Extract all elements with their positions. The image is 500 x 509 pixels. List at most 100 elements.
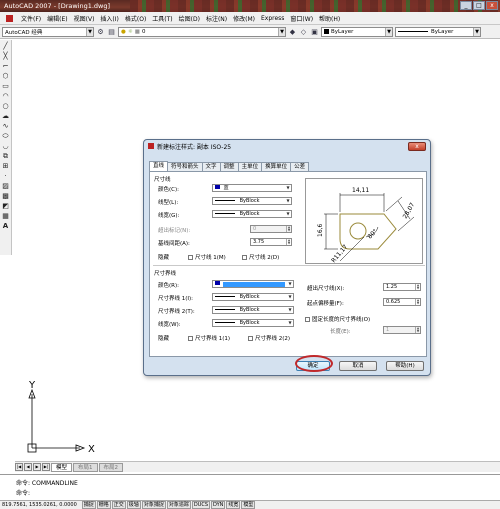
workspace-select[interactable]: AutoCAD 经典 ▼ [2,26,94,37]
lineweight-toggle[interactable]: 线宽 [226,501,241,509]
spinner-icon[interactable]: ▲ ▼ [415,327,420,333]
menu-file[interactable]: 文件(F) [18,14,44,23]
spinner-icon[interactable]: ▲ ▼ [415,299,420,305]
table-icon[interactable]: ▦ [1,212,10,221]
extline-color-select[interactable]: ▼ [212,280,294,288]
suppress-extline2-checkbox[interactable]: 尺寸界线 2(2) [248,334,290,342]
close-button[interactable]: x [486,1,498,10]
extline1-linetype-select[interactable]: ByBlock ▼ [212,293,294,301]
model-toggle[interactable]: 模型 [241,501,256,509]
dimline-color-select[interactable]: 蓝 ▼ [212,184,292,192]
gradient-icon[interactable]: ▩ [1,192,10,201]
spinner-icon[interactable]: ▲ ▼ [286,226,291,232]
revision-cloud-icon[interactable]: ☁ [1,112,10,121]
minimize-button[interactable]: _ [460,1,472,10]
cancel-button[interactable]: 取消 [339,361,377,371]
tab-fit[interactable]: 调整 [219,162,239,171]
menu-tools[interactable]: 工具(T) [149,14,175,23]
tab-layout2[interactable]: 布局2 [98,462,124,472]
menu-draw[interactable]: 绘图(D) [176,14,203,23]
region-icon[interactable]: ◩ [1,202,10,211]
menu-express[interactable]: Express [258,15,287,22]
menu-format[interactable]: 格式(O) [122,14,149,23]
help-button[interactable]: 帮助(H) [386,361,424,371]
make-block-icon[interactable]: ⊞ [1,162,10,171]
next-tab-button[interactable]: ▶ [33,463,41,471]
circle-icon[interactable]: ○ [1,102,10,111]
spline-icon[interactable]: ∿ [1,122,10,131]
extline2-linetype-select[interactable]: ByBlock ▼ [212,306,294,314]
baseline-spacing-input[interactable]: 3.75 ▲ ▼ [250,238,292,246]
ortho-toggle[interactable]: 正交 [111,501,126,509]
gear-icon[interactable]: ⚙ [96,27,105,36]
maximize-button[interactable]: □ [473,1,485,10]
layer-previous-icon[interactable]: ◇ [299,27,308,36]
extend-beyond-ticks-input[interactable]: 0 ▲ ▼ [250,225,292,233]
multiline-text-icon[interactable]: A [1,222,10,231]
layer-select[interactable]: ● ☼ ■ 0 ▼ [118,26,286,37]
fixed-length-checkbox[interactable]: 固定长度的尺寸界线(O) [305,315,370,323]
hatch-icon[interactable]: ▨ [1,182,10,191]
ducs-toggle[interactable]: DUCS [191,501,211,509]
arc-icon[interactable]: ◠ [1,92,10,101]
extend-beyond-dimlines-input[interactable]: 1.25 ▲ ▼ [383,283,421,291]
construction-line-icon[interactable]: ╳ [1,52,10,61]
app-menu-icon[interactable] [0,13,18,24]
tab-layout1[interactable]: 布局1 [73,462,98,472]
menu-edit[interactable]: 编辑(E) [44,14,70,23]
suppress-dimline1-checkbox[interactable]: 尺寸线 1(M) [188,253,226,261]
insert-block-icon[interactable]: ⧉ [1,152,10,161]
chevron-down-icon: ▼ [385,27,392,36]
extline-suppress-label: 隐藏 [158,336,170,342]
prev-tab-button[interactable]: ◀ [24,463,32,471]
color-select[interactable]: ByLayer ▼ [321,26,393,37]
tab-model[interactable]: 模型 [51,462,73,472]
extline-lineweight-select[interactable]: ByBlock ▼ [212,319,294,327]
suppress-dimline2-checkbox[interactable]: 尺寸线 2(D) [242,253,279,261]
osnap-toggle[interactable]: 对象捕捉 [141,501,166,509]
color-icon[interactable]: ▣ [310,27,319,36]
line-icon[interactable]: ╱ [1,42,10,51]
spinner-icon[interactable]: ▲ ▼ [415,284,420,290]
chevron-down-icon: ▼ [288,307,292,312]
rectangle-icon[interactable]: ▭ [1,82,10,91]
linetype-select[interactable]: ByLayer ▼ [395,26,481,37]
ellipse-arc-icon[interactable]: ◡ [1,142,10,151]
otrack-toggle[interactable]: 对象追踪 [166,501,191,509]
menu-help[interactable]: 帮助(H) [316,14,343,23]
tab-text[interactable]: 文字 [201,162,221,171]
make-current-icon[interactable]: ◆ [288,27,297,36]
command-input-line[interactable]: 命令: [0,489,500,499]
spinner-icon[interactable]: ▲ ▼ [286,239,291,245]
extline-color-label: 颜色(R): [158,283,179,289]
dyn-toggle[interactable]: DYN [211,501,226,509]
menu-view[interactable]: 视图(V) [71,14,98,23]
fixed-length-input[interactable]: 1 ▲ ▼ [383,326,421,334]
grid-toggle[interactable]: 栅格 [96,501,111,509]
suppress-extline1-checkbox[interactable]: 尺寸界线 1(1) [188,334,230,342]
ellipse-icon[interactable]: ⬭ [1,132,10,141]
dimline-linetype-select[interactable]: ByBlock ▼ [212,197,292,205]
menu-dimension[interactable]: 标注(N) [203,14,230,23]
menu-insert[interactable]: 插入(I) [97,14,121,23]
last-tab-button[interactable]: ▶| [42,463,50,471]
snap-toggle[interactable]: 捕捉 [81,501,96,509]
tab-primary-units[interactable]: 主单位 [237,162,263,171]
offset-from-origin-input[interactable]: 0.625 ▲ ▼ [383,298,421,306]
tab-alternate-units[interactable]: 换算单位 [261,162,292,171]
polyline-icon[interactable]: ⌐ [1,62,10,71]
tab-lines[interactable]: 直线 [149,161,169,171]
menu-modify[interactable]: 修改(M) [230,14,258,23]
ok-button[interactable]: 确定 [296,361,330,371]
tab-tolerances[interactable]: 公差 [290,162,310,171]
first-tab-button[interactable]: |◀ [15,463,23,471]
dimline-lineweight-select[interactable]: ByBlock ▼ [212,210,292,218]
polygon-icon[interactable]: ⬡ [1,72,10,81]
layer-manager-icon[interactable]: ▤ [107,27,116,36]
dialog-close-button[interactable]: x [408,142,426,151]
point-icon[interactable]: · [1,172,10,181]
extend-beyond-dimlines-label: 超出尺寸线(X): [307,286,345,292]
menu-window[interactable]: 窗口(W) [287,14,316,23]
polar-toggle[interactable]: 极轴 [126,501,141,509]
tab-symbols-arrows[interactable]: 符号和箭头 [167,162,203,171]
